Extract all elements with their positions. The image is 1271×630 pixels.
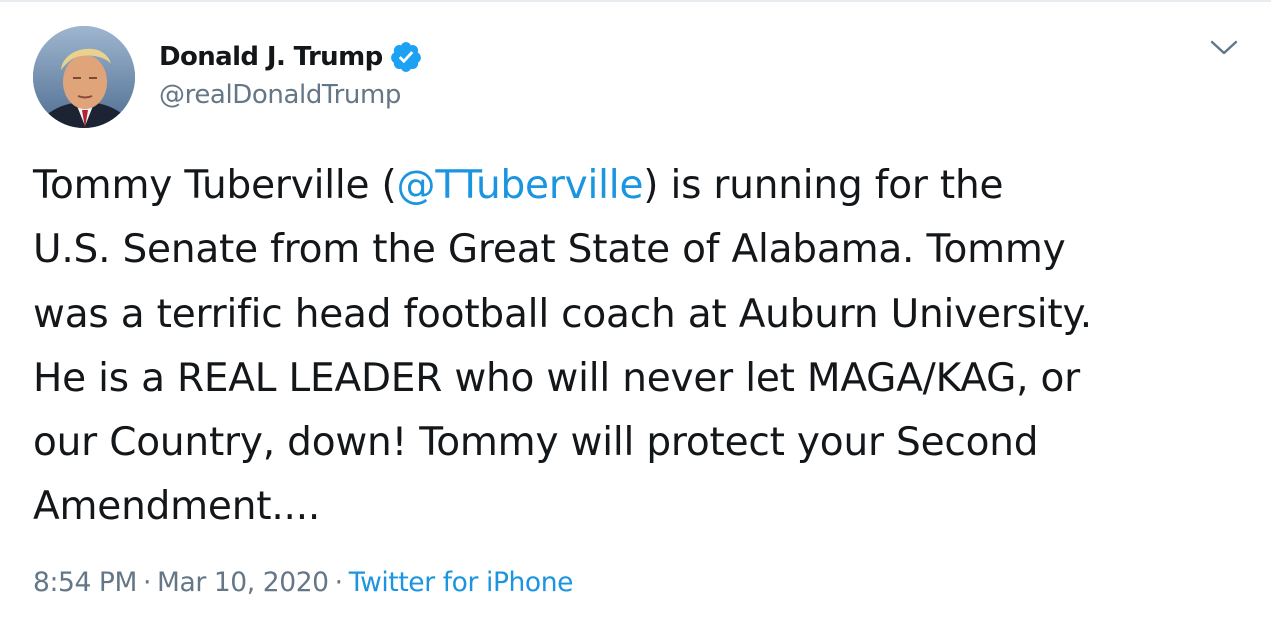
tweet-card[interactable]: Donald J. Trump @realDonaldTrump Tommy T… <box>0 0 1271 630</box>
tweet-text-line: He is a REAL LEADER who will never let M… <box>33 355 1081 401</box>
tweet-text-line: U.S. Senate from the Great State of Alab… <box>33 227 1066 273</box>
tweet-text-line: was a terrific head football coach at Au… <box>33 291 1092 337</box>
meta-separator: · <box>334 567 343 598</box>
tweet-text-segment: ) is running for the <box>643 163 1004 208</box>
tweet-source-link[interactable]: Twitter for iPhone <box>349 567 574 598</box>
author-name-row[interactable]: Donald J. Trump <box>159 38 423 76</box>
avatar[interactable] <box>33 26 135 128</box>
mention-link[interactable]: @TTuberville <box>397 163 644 208</box>
tweet-text: Tommy Tuberville (@TTuberville) is runni… <box>33 154 1258 540</box>
tweet-text-line: Amendment.... <box>33 484 321 530</box>
author-handle[interactable]: @realDonaldTrump <box>159 80 401 110</box>
tweet-text-line: our Country, down! Tommy will protect yo… <box>33 420 1039 466</box>
tweet-metadata: 8:54 PM · Mar 10, 2020 · Twitter for iPhone <box>33 567 573 598</box>
tweet-text-segment: Tommy Tuberville ( <box>33 163 397 208</box>
tweet-timestamp[interactable]: 8:54 PM <box>33 567 137 598</box>
avatar-image <box>33 26 135 128</box>
verified-badge-icon <box>390 42 421 72</box>
chevron-down-icon[interactable] <box>1209 36 1239 60</box>
author-display-name[interactable]: Donald J. Trump <box>159 42 383 72</box>
meta-separator: · <box>142 567 152 598</box>
tweet-date[interactable]: Mar 10, 2020 <box>157 567 329 598</box>
tweet-text-line: Tommy Tuberville (@TTuberville) is runni… <box>33 154 1258 218</box>
